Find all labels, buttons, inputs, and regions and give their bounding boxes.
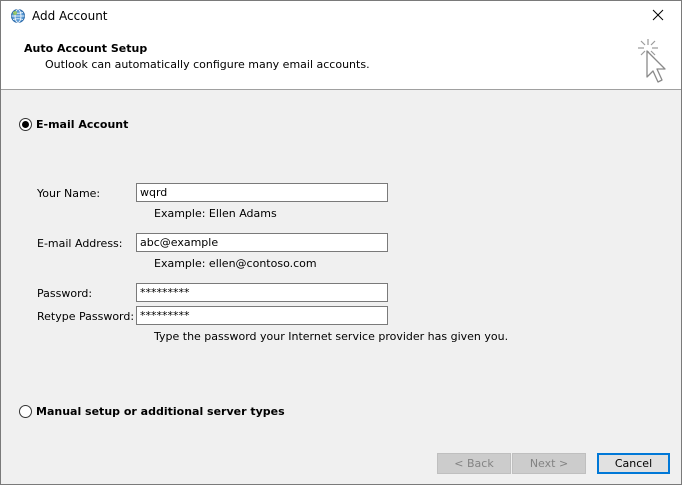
window-title: Add Account bbox=[32, 9, 108, 23]
retype-password-input[interactable] bbox=[136, 306, 388, 325]
password-label: Password: bbox=[37, 287, 93, 300]
email-account-option[interactable]: E-mail Account bbox=[19, 118, 128, 131]
email-account-radio[interactable] bbox=[19, 118, 32, 131]
password-input[interactable] bbox=[136, 283, 388, 302]
wizard-header: Auto Account Setup Outlook can automatic… bbox=[1, 31, 681, 90]
email-address-input[interactable] bbox=[136, 233, 388, 252]
retype-password-label: Retype Password: bbox=[37, 310, 135, 323]
wizard-footer: < Back Next > Cancel bbox=[1, 437, 681, 484]
add-account-dialog: Add Account Auto Account Setup Outlook c… bbox=[0, 0, 682, 485]
wizard-content: E-mail Account Your Name: Example: Ellen… bbox=[1, 90, 681, 437]
your-name-example: Example: Ellen Adams bbox=[154, 207, 277, 220]
header-title: Auto Account Setup bbox=[24, 42, 148, 55]
email-address-label: E-mail Address: bbox=[37, 237, 123, 250]
email-account-label: E-mail Account bbox=[36, 118, 129, 131]
manual-setup-label: Manual setup or additional server types bbox=[36, 405, 285, 418]
back-button[interactable]: < Back bbox=[437, 453, 511, 474]
header-subtitle: Outlook can automatically configure many… bbox=[45, 58, 370, 71]
your-name-label: Your Name: bbox=[37, 187, 101, 200]
next-button[interactable]: Next > bbox=[512, 453, 586, 474]
manual-setup-radio[interactable] bbox=[19, 405, 32, 418]
password-hint: Type the password your Internet service … bbox=[154, 330, 509, 343]
manual-setup-option[interactable]: Manual setup or additional server types bbox=[19, 405, 285, 418]
title-bar: Add Account bbox=[1, 1, 681, 31]
close-icon bbox=[652, 9, 664, 24]
close-button[interactable] bbox=[635, 1, 681, 31]
outlook-globe-icon bbox=[10, 8, 26, 24]
your-name-input[interactable] bbox=[136, 183, 388, 202]
email-address-example: Example: ellen@contoso.com bbox=[154, 257, 317, 270]
cancel-button[interactable]: Cancel bbox=[597, 453, 670, 474]
sparkle-cursor-icon bbox=[631, 37, 671, 87]
